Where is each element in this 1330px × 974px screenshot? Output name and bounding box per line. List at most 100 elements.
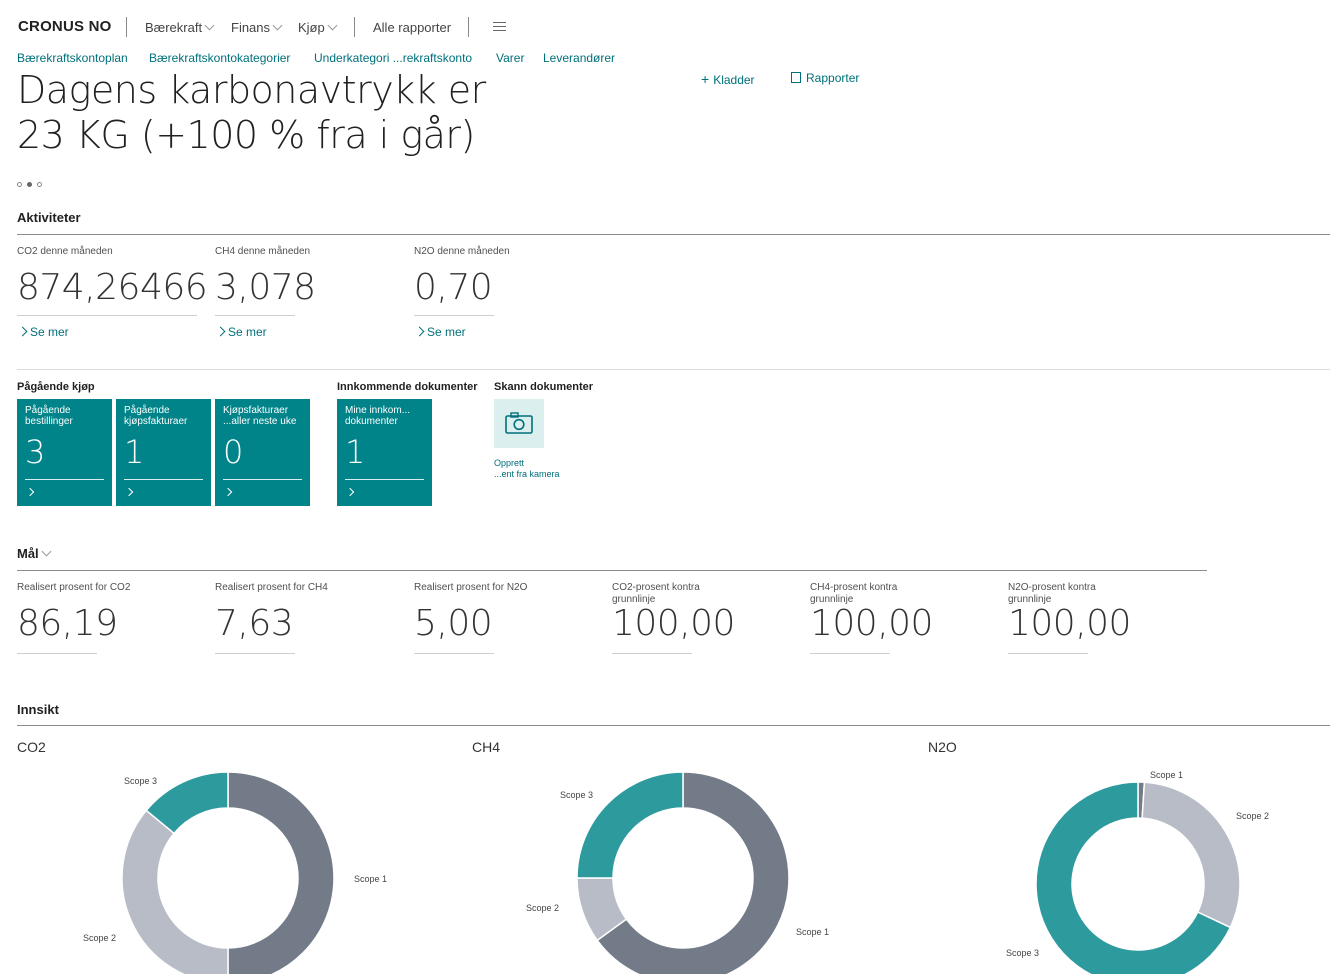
cue-label: N2O denne måneden: [414, 246, 510, 257]
tile-label: Pågående kjøpsfakturaer: [124, 405, 188, 427]
chevron-right-icon: [25, 487, 35, 497]
link-underkategori[interactable]: Underkategori ...rekraftskonto: [314, 51, 472, 65]
cue-underline: [215, 315, 295, 316]
chevron-down-icon: [327, 20, 338, 31]
donut-slice-scope-3[interactable]: [576, 771, 684, 879]
n2o-scope2-label: Scope 2: [1236, 811, 1270, 821]
camera-tile[interactable]: [494, 399, 544, 448]
cue-underline: [215, 653, 295, 654]
link-leverandorer[interactable]: Leverandører: [543, 51, 615, 65]
link-varer[interactable]: Varer: [496, 51, 524, 65]
cue-label: Realisert prosent for CO2: [17, 582, 131, 593]
reports-label: Rapporter: [806, 71, 860, 85]
chevron-down-icon: [204, 20, 215, 31]
tile-value: 0: [223, 433, 244, 471]
hamburger-menu-icon[interactable]: [493, 22, 506, 34]
see-more-link[interactable]: Se mer: [215, 325, 267, 339]
cue-value-n2o[interactable]: 0,70: [414, 267, 493, 308]
menu-baerekraft[interactable]: Bærekraft: [145, 20, 215, 35]
tile-divider: [124, 479, 203, 480]
cue-underline: [414, 653, 494, 654]
tile-value: 1: [124, 433, 145, 471]
headline-text: Dagens karbonavtrykk er 23 KG (+100 % fr…: [17, 68, 486, 157]
menu-kjop[interactable]: Kjøp: [298, 20, 338, 35]
company-name[interactable]: CRONUS NO: [18, 18, 111, 35]
cue-underline: [17, 315, 197, 316]
activities-title: Aktiviteter: [17, 210, 81, 225]
goals-title[interactable]: Mål: [17, 546, 52, 561]
ongoing-purchases-title: Pågående kjøp: [17, 381, 95, 393]
donut-slice-scope-1[interactable]: [227, 771, 335, 974]
cue-value-co2[interactable]: 874,26466: [17, 267, 208, 308]
cue-underline: [810, 653, 890, 654]
co2-scope2-label: Scope 2: [83, 933, 117, 943]
carousel-dot-active[interactable]: [27, 182, 32, 187]
cue-underline: [1008, 653, 1088, 654]
incoming-documents-title: Innkommende dokumenter: [337, 381, 478, 393]
cue-value[interactable]: 86,19: [17, 603, 118, 644]
chevron-right-icon: [215, 326, 226, 337]
tile-my-incoming-documents[interactable]: Mine innkom... dokumenter 1: [337, 399, 432, 506]
cue-value[interactable]: 100,00: [1008, 603, 1131, 644]
ch4-scope1-label: Scope 1: [796, 927, 830, 937]
chevron-right-icon: [17, 326, 28, 337]
chevron-right-icon: [345, 487, 355, 497]
tile-divider: [25, 479, 104, 480]
cue-label: Realisert prosent for N2O: [414, 582, 528, 593]
donut-slice-scope-2[interactable]: [1141, 781, 1241, 929]
see-more-link[interactable]: Se mer: [414, 325, 466, 339]
report-icon: [791, 72, 801, 83]
chart-title-ch4: CH4: [472, 739, 501, 755]
chevron-down-icon: [272, 20, 283, 31]
menu-label: Bærekraft: [145, 20, 203, 35]
donut-slice-scope-2[interactable]: [121, 809, 229, 974]
link-baerekraftskontokategorier[interactable]: Bærekraftskontokategorier: [149, 51, 290, 65]
tile-ongoing-invoices[interactable]: Pågående kjøpsfakturaer 1: [116, 399, 211, 506]
menu-finans[interactable]: Finans: [231, 20, 283, 35]
link-baerekraftskontoplan[interactable]: Bærekraftskontoplan: [17, 51, 128, 65]
tile-divider: [345, 479, 424, 480]
camera-label-line2: ...ent fra kamera: [494, 469, 560, 479]
nav-separator: [354, 17, 355, 37]
camera-label-line1: Opprett: [494, 458, 525, 468]
tile-ongoing-orders[interactable]: Pågående bestillinger 3: [17, 399, 112, 506]
cue-label: CO2 denne måneden: [17, 246, 113, 257]
section-divider: [17, 234, 1330, 235]
see-more-link[interactable]: Se mer: [17, 325, 69, 339]
co2-scope1-label: Scope 1: [354, 874, 388, 884]
chevron-down-icon: [41, 546, 52, 557]
chevron-right-icon: [124, 487, 134, 497]
goals-title-label: Mål: [17, 546, 39, 561]
menu-label: Finans: [231, 20, 271, 35]
camera-icon: [505, 412, 533, 434]
cue-value[interactable]: 5,00: [414, 603, 493, 644]
reports-action[interactable]: Rapporter: [791, 71, 859, 85]
chevron-right-icon: [223, 487, 233, 497]
cue-value[interactable]: 7,63: [215, 603, 294, 644]
nav-separator: [468, 17, 469, 37]
tile-label: Pågående bestillinger: [25, 405, 73, 427]
cue-value[interactable]: 100,00: [612, 603, 735, 644]
cue-value-ch4[interactable]: 3,078: [215, 267, 316, 308]
chart-title-co2: CO2: [17, 739, 46, 755]
nav-separator: [126, 17, 127, 37]
donut-chart-ch4: [576, 771, 790, 974]
see-more-label: Se mer: [228, 325, 267, 339]
insight-title: Innsikt: [17, 702, 59, 717]
menu-label: Kjøp: [298, 20, 325, 35]
co2-scope3-label: Scope 3: [124, 776, 158, 786]
tile-invoices-due-next-week[interactable]: Kjøpsfakturaer ...aller neste uke 0: [215, 399, 310, 506]
tile-label: Kjøpsfakturaer ...aller neste uke: [223, 405, 297, 427]
camera-tile-label[interactable]: Opprett ...ent fra kamera: [494, 458, 560, 480]
cue-label: Realisert prosent for CH4: [215, 582, 328, 593]
tile-label: Mine innkom... dokumenter: [345, 405, 411, 427]
cue-value[interactable]: 100,00: [810, 603, 933, 644]
carousel-dot[interactable]: [17, 182, 22, 187]
plus-icon: +: [701, 71, 710, 87]
ch4-scope2-label: Scope 2: [526, 903, 560, 913]
carousel-dot[interactable]: [37, 182, 42, 187]
cue-underline: [612, 653, 692, 654]
all-reports-link[interactable]: Alle rapporter: [373, 20, 451, 35]
cue-label: CH4 denne måneden: [215, 246, 311, 257]
journals-action[interactable]: + Kladder: [701, 71, 755, 87]
